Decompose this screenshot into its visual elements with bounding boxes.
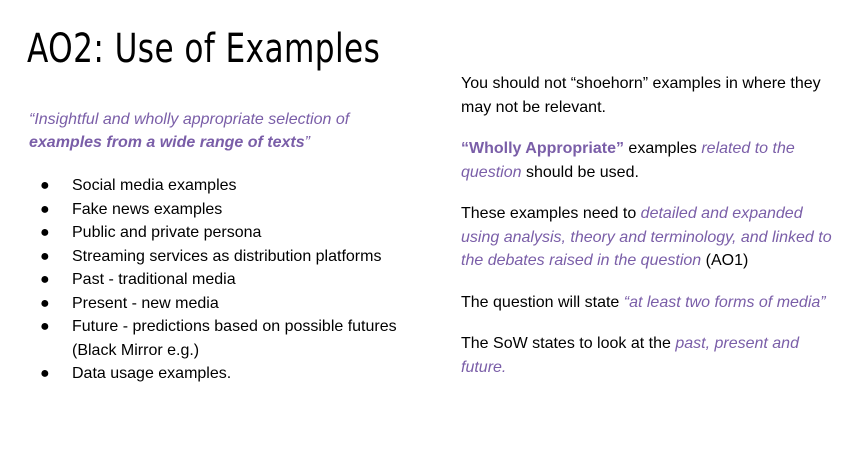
bullet-icon: ● (40, 271, 50, 288)
bullet-icon: ● (40, 247, 50, 265)
guidance-detailed: These examples need to detailed and expa… (461, 205, 832, 269)
list-item: ● Streaming services as distribution plat… (40, 245, 410, 269)
examples-list: ● Social media examples ● Fake news exampl… (40, 174, 410, 386)
bullet-icon: ● (40, 365, 50, 382)
quote-emphasis: examples from a wide range of texts (29, 134, 305, 151)
guidance-shoehorn: You should not “shoehorn” examples in wh… (461, 75, 821, 116)
guidance-column: You should not “shoehorn” examples in wh… (461, 72, 841, 397)
bullet-icon: ● (40, 224, 50, 241)
bullet-icon: ● (40, 294, 50, 312)
list-item: ● Past - traditional media (40, 268, 410, 292)
list-item: ● Social media examples (40, 174, 410, 198)
quote-text: “Insightful and wholly appropriate selec… (29, 111, 350, 128)
list-item: ● Fake news examples (40, 198, 410, 222)
guidance-sow: The SoW states to look at the past, pres… (461, 335, 799, 376)
slide-title: AO2: Use of Examples (27, 26, 381, 72)
list-item: ● Public and private persona (40, 221, 410, 245)
list-item: ● Future - predictions based on possible … (40, 315, 410, 362)
list-item: ● Present - new media (40, 292, 410, 316)
bullet-icon: ● (40, 318, 50, 335)
assessment-quote: “Insightful and wholly appropriate selec… (29, 108, 409, 154)
guidance-question-forms: The question will state “at least two fo… (461, 293, 826, 311)
guidance-wholly-appropriate: “Wholly Appropriate” examples related to… (461, 140, 795, 181)
bullet-icon: ● (40, 177, 50, 194)
bullet-icon: ● (40, 200, 50, 218)
quote-close: ” (304, 134, 310, 151)
list-item: ● Data usage examples. (40, 362, 410, 386)
